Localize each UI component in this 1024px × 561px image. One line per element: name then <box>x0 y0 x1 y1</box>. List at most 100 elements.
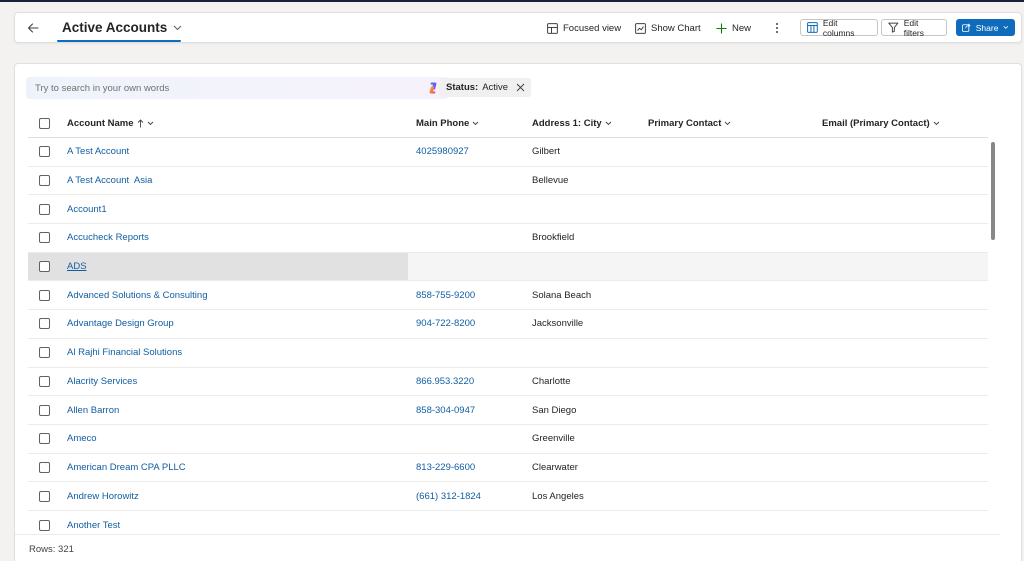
share-icon <box>962 23 971 32</box>
row-checkbox[interactable] <box>39 261 50 273</box>
account-name-link[interactable]: ADS <box>67 261 87 272</box>
table-row[interactable]: Advantage Design Group 904-722-8200 Jack… <box>28 310 988 339</box>
row-checkbox[interactable] <box>39 232 50 244</box>
back-button[interactable] <box>25 20 41 36</box>
focused-view-icon <box>547 22 558 34</box>
table-row[interactable]: Account1 <box>28 195 988 225</box>
column-header-label: Address 1: City <box>532 117 602 129</box>
chevron-down-icon <box>933 121 940 125</box>
main-phone-link[interactable]: 858-304-0947 <box>416 405 475 416</box>
table-row[interactable]: Another Test <box>28 511 988 540</box>
table-row[interactable]: A Test Account 4025980927 Gilbert <box>28 138 988 167</box>
column-header-label: Main Phone <box>416 117 470 129</box>
grid-header-row: Account Name Main Phone Address 1: City <box>28 109 988 138</box>
main-phone-link[interactable]: 4025980927 <box>416 146 469 157</box>
edit-columns-button[interactable]: Edit columns <box>800 17 878 38</box>
edit-columns-icon <box>807 22 818 33</box>
column-header-main-phone[interactable]: Main Phone <box>416 109 479 137</box>
account-name-link[interactable]: American Dream CPA PLLC <box>67 462 186 473</box>
copilot-icon[interactable] <box>426 81 440 98</box>
top-accent-line <box>0 0 1024 2</box>
focused-view-button[interactable]: Focused view <box>547 19 621 37</box>
show-chart-button[interactable]: Show Chart <box>635 19 701 37</box>
row-checkbox[interactable] <box>39 175 50 187</box>
table-row[interactable]: Accucheck Reports Brookfield <box>28 224 988 253</box>
search-box[interactable] <box>26 77 448 99</box>
filter-label: Status: <box>446 82 479 93</box>
table-row[interactable]: Advanced Solutions & Consulting 858-755-… <box>28 281 988 311</box>
rows-count: Rows: 321 <box>29 544 74 555</box>
account-name-link[interactable]: Alacrity Services <box>67 376 137 387</box>
main-phone-link[interactable]: 813-229-6600 <box>416 462 475 473</box>
new-button[interactable]: New <box>716 19 751 37</box>
account-name-link[interactable]: Another Test <box>67 520 120 531</box>
column-header-label: Email (Primary Contact) <box>822 117 930 129</box>
status-filter-chip: Status: Active <box>439 78 532 97</box>
close-icon <box>516 83 525 92</box>
account-name-link[interactable]: A Test Account <box>67 146 129 157</box>
account-name-link[interactable]: Account1 <box>67 204 107 215</box>
arrow-left-icon <box>27 23 39 33</box>
account-name-link[interactable]: Andrew Horowitz <box>67 491 139 502</box>
chevron-down-icon <box>605 121 612 125</box>
row-checkbox[interactable] <box>39 289 50 301</box>
account-name-link[interactable]: Accucheck Reports <box>67 232 149 243</box>
select-all-checkbox[interactable] <box>39 117 50 129</box>
accounts-grid: Account Name Main Phone Address 1: City <box>28 109 988 540</box>
row-checkbox[interactable] <box>39 375 50 387</box>
edit-columns-label: Edit columns <box>822 17 855 38</box>
row-checkbox[interactable] <box>39 347 50 359</box>
account-name-link[interactable]: Allen Barron <box>67 405 119 416</box>
city-cell: Los Angeles <box>532 490 584 502</box>
row-checkbox[interactable] <box>39 203 50 215</box>
grid-bottom-divider <box>15 534 1000 535</box>
row-checkbox[interactable] <box>39 146 50 158</box>
row-checkbox[interactable] <box>39 404 50 416</box>
vertical-scrollbar-thumb[interactable] <box>991 142 995 240</box>
table-row[interactable]: Andrew Horowitz (661) 312-1824 Los Angel… <box>28 482 988 511</box>
table-row[interactable]: Ameco Greenville <box>28 425 988 454</box>
search-input[interactable] <box>35 82 405 94</box>
chevron-down-icon <box>725 121 731 125</box>
account-name-link[interactable]: A Test Account Asia <box>67 175 152 186</box>
remove-filter-button[interactable] <box>516 83 525 92</box>
chevron-down-icon <box>472 121 479 125</box>
column-header-email[interactable]: Email (Primary Contact) <box>822 109 940 137</box>
edit-filters-label: Edit filters <box>903 17 925 38</box>
account-name-link[interactable]: Advanced Solutions & Consulting <box>67 290 207 301</box>
arrow-up-icon <box>137 118 143 127</box>
chart-icon <box>635 22 646 34</box>
show-chart-label: Show Chart <box>651 22 701 34</box>
city-cell: Charlotte <box>532 375 571 387</box>
account-name-link[interactable]: Al Rajhi Financial Solutions <box>67 347 182 358</box>
main-phone-link[interactable]: 904-722-8200 <box>416 318 475 329</box>
more-commands-button[interactable] <box>770 19 784 37</box>
view-selector[interactable]: Active Accounts <box>62 20 182 35</box>
city-cell: Gilbert <box>532 146 560 158</box>
main-phone-link[interactable]: 866.953.3220 <box>416 376 474 387</box>
account-name-link[interactable]: Ameco <box>67 433 97 444</box>
main-phone-link[interactable]: (661) 312-1824 <box>416 491 481 502</box>
share-button[interactable]: Share <box>956 19 1015 36</box>
table-row[interactable]: Alacrity Services 866.953.3220 Charlotte <box>28 368 988 397</box>
account-name-link[interactable]: Advantage Design Group <box>67 318 174 329</box>
table-row[interactable]: Allen Barron 858-304-0947 San Diego <box>28 396 988 425</box>
row-checkbox[interactable] <box>39 318 50 330</box>
row-checkbox[interactable] <box>39 490 50 502</box>
row-checkbox[interactable] <box>39 433 50 445</box>
column-header-primary-contact[interactable]: Primary Contact <box>648 109 731 137</box>
table-row-hovered[interactable]: ADS <box>28 252 988 282</box>
grid-panel: Status: Active Account Name Main <box>14 63 1022 561</box>
row-checkbox[interactable] <box>39 519 50 531</box>
city-cell: Jacksonville <box>532 318 584 330</box>
table-row[interactable]: A Test Account Asia Bellevue <box>28 167 988 196</box>
chevron-down-icon <box>147 121 153 125</box>
plus-icon <box>716 23 727 33</box>
row-checkbox[interactable] <box>39 461 50 473</box>
column-header-account-name[interactable]: Account Name <box>67 109 154 137</box>
table-row[interactable]: Al Rajhi Financial Solutions <box>28 339 988 368</box>
edit-filters-button[interactable]: Edit filters <box>881 17 947 38</box>
table-row[interactable]: American Dream CPA PLLC 813-229-6600 Cle… <box>28 454 988 483</box>
column-header-city[interactable]: Address 1: City <box>532 109 612 137</box>
main-phone-link[interactable]: 858-755-9200 <box>416 290 475 301</box>
